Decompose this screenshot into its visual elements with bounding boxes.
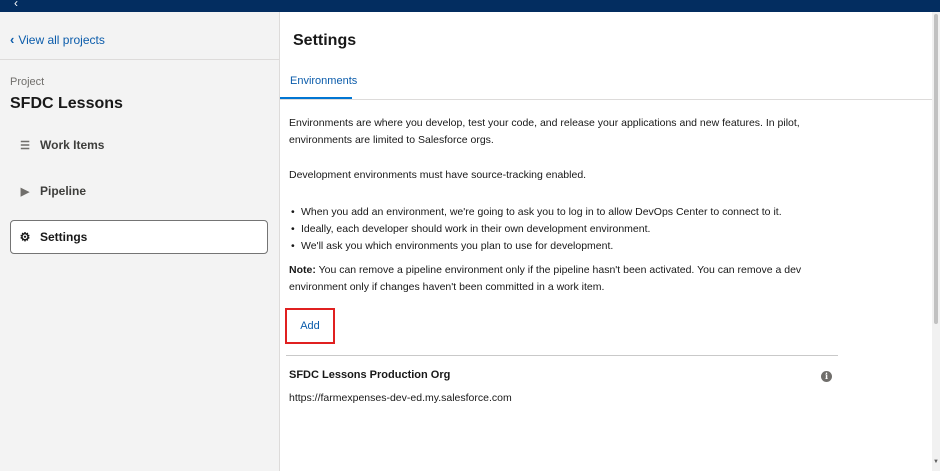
gear-icon: ⚙	[19, 230, 31, 244]
sidebar-item-pipeline[interactable]: ▶ Pipeline	[10, 174, 268, 208]
list-item: We'll ask you which environments you pla…	[291, 238, 782, 255]
sidebar: ‹ View all projects Project SFDC Lessons…	[0, 12, 280, 471]
page-scrollbar[interactable]: ▼	[932, 12, 940, 471]
scroll-down-icon[interactable]: ▼	[933, 459, 939, 465]
environment-tips-list: When you add an environment, we're going…	[289, 204, 782, 255]
sidebar-divider	[0, 59, 279, 60]
scrollbar-thumb[interactable]	[934, 14, 938, 324]
page-title: Settings	[293, 32, 357, 49]
sidebar-item-settings[interactable]: ⚙ Settings	[10, 220, 268, 254]
header-back-icon[interactable]: ‹	[14, 0, 18, 10]
view-all-projects-link[interactable]: ‹ View all projects	[10, 32, 105, 47]
sidebar-item-label: Pipeline	[40, 184, 87, 198]
list-item: Ideally, each developer should work in t…	[291, 221, 782, 238]
note-text: You can remove a pipeline environment on…	[289, 264, 802, 293]
environments-intro: Environments are where you develop, test…	[289, 117, 800, 146]
info-icon[interactable]: i	[821, 371, 832, 382]
chevron-left-icon: ‹	[10, 32, 15, 47]
list-item: When you add an environment, we're going…	[291, 204, 782, 221]
sidebar-item-work-items[interactable]: ☰ Work Items	[10, 128, 268, 162]
project-caption: Project	[10, 76, 45, 88]
settings-panel: Settings Environments Environments are w…	[280, 12, 932, 471]
environment-url: https://farmexpenses-dev-ed.my.salesforc…	[289, 392, 512, 404]
note-label: Note:	[289, 264, 316, 276]
project-name: SFDC Lessons	[10, 95, 123, 112]
add-environment-button[interactable]: Add	[285, 308, 335, 344]
tab-divider	[280, 99, 932, 100]
note-paragraph: Note: You can remove a pipeline environm…	[289, 262, 849, 296]
view-all-projects-label: View all projects	[18, 32, 105, 47]
environment-name: SFDC Lessons Production Org	[289, 369, 451, 381]
app-header-bar: ‹	[0, 0, 940, 12]
environment-divider	[286, 355, 838, 356]
pipeline-icon: ▶	[20, 185, 30, 198]
dev-requirement-text: Development environments must have sourc…	[289, 169, 587, 181]
tab-environments[interactable]: Environments	[288, 75, 357, 93]
sidebar-item-label: Settings	[40, 230, 88, 244]
sidebar-item-label: Work Items	[40, 138, 105, 152]
work-items-icon: ☰	[20, 139, 30, 152]
